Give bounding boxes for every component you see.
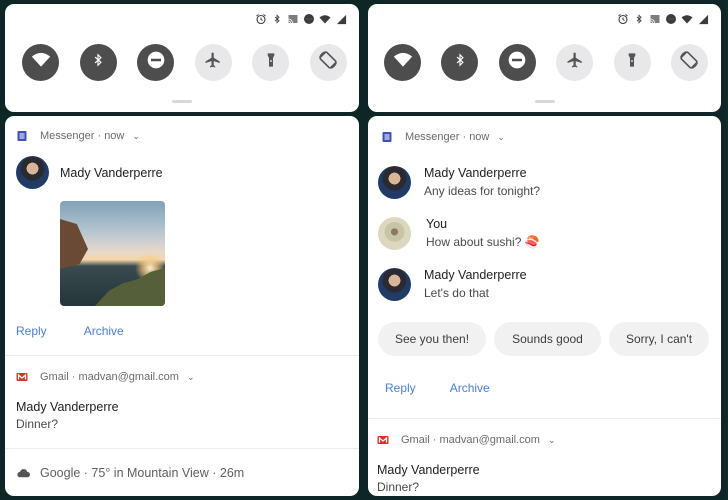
notification-actions: Reply Archive — [385, 381, 490, 395]
signal-icon — [697, 13, 709, 25]
notification-header[interactable]: Messenger · now ⌄ — [16, 128, 140, 144]
image-attachment[interactable] — [60, 201, 165, 306]
avatar — [378, 268, 411, 301]
auto-rotate-tile[interactable] — [309, 44, 347, 81]
notification-app-account: Gmail · madvan@gmail.com — [40, 371, 179, 383]
alarm-icon — [617, 13, 629, 25]
do-not-disturb-tile[interactable] — [137, 44, 175, 81]
gmail-app-icon — [377, 434, 389, 446]
quick-settings-panel — [368, 4, 721, 112]
bluetooth-icon — [453, 53, 467, 72]
notification-stack: Messenger · now ⌄ Mady Vanderperre Any i… — [368, 116, 721, 496]
cloud-icon — [16, 467, 31, 479]
notification-stack: Messenger · now ⌄ Mady Vanderperre Reply… — [5, 116, 359, 496]
expand-chevron-icon[interactable]: ⌄ — [497, 132, 505, 143]
reply-button[interactable]: Reply — [385, 381, 416, 395]
airplane-icon — [566, 51, 584, 74]
messenger-app-icon — [16, 130, 28, 142]
bluetooth-icon — [271, 13, 283, 25]
do-not-disturb-tile[interactable] — [498, 44, 536, 81]
wifi-icon — [393, 50, 413, 75]
smart-reply-chip[interactable]: Sounds good — [494, 322, 601, 356]
flashlight-icon — [263, 52, 279, 73]
status-bar — [255, 13, 347, 25]
right-phone-screen: Messenger · now ⌄ Mady Vanderperre Any i… — [364, 0, 726, 500]
expand-chevron-icon[interactable]: ⌄ — [548, 435, 556, 446]
sender-name: Mady Vanderperre — [424, 166, 527, 180]
dnd-icon — [665, 13, 677, 25]
email-subject: Dinner? — [377, 480, 420, 494]
flashlight-tile[interactable] — [613, 44, 651, 81]
wifi-icon — [319, 13, 331, 25]
left-phone-screen: Messenger · now ⌄ Mady Vanderperre Reply… — [0, 0, 364, 500]
auto-rotate-icon — [678, 49, 700, 76]
drag-handle[interactable] — [172, 100, 192, 103]
gmail-app-icon — [16, 371, 28, 383]
dnd-icon — [146, 50, 166, 75]
quick-settings-tiles — [22, 44, 347, 81]
google-weather-notification[interactable]: Google · 75° in Mountain View · 26m — [5, 449, 359, 496]
drag-handle[interactable] — [534, 100, 555, 103]
expand-chevron-icon[interactable]: ⌄ — [132, 131, 140, 142]
sender-name: Mady Vanderperre — [60, 166, 163, 180]
messenger-app-icon — [381, 131, 393, 143]
quick-settings-tiles — [384, 44, 708, 81]
reply-button[interactable]: Reply — [16, 324, 47, 338]
avatar — [16, 156, 49, 189]
avatar — [378, 217, 411, 250]
airplane-mode-tile[interactable] — [194, 44, 232, 81]
wifi-tile[interactable] — [384, 44, 421, 81]
message-text: Let's do that — [424, 286, 490, 300]
weather-summary: Google · 75° in Mountain View · 26m — [40, 466, 245, 480]
avatar — [378, 166, 411, 199]
auto-rotate-icon — [317, 49, 339, 76]
gmail-notification[interactable]: Gmail · madvan@gmail.com ⌄ Mady Vanderpe… — [5, 356, 359, 448]
sender-name: Mady Vanderperre — [424, 268, 527, 282]
airplane-icon — [204, 51, 222, 74]
notification-actions: Reply Archive — [16, 324, 124, 338]
flashlight-icon — [624, 52, 640, 73]
bluetooth-tile[interactable] — [441, 44, 479, 81]
notification-app-time: Messenger · now — [40, 130, 125, 142]
notification-app-time: Messenger · now — [405, 131, 490, 143]
wifi-tile[interactable] — [22, 44, 59, 81]
notification-header[interactable]: Gmail · madvan@gmail.com ⌄ — [377, 432, 555, 448]
sender-name: Mady Vanderperre — [16, 400, 119, 414]
auto-rotate-tile[interactable] — [670, 44, 708, 81]
sender-name: You — [426, 217, 448, 231]
airplane-mode-tile[interactable] — [556, 44, 594, 81]
flashlight-tile[interactable] — [252, 44, 290, 81]
bluetooth-icon — [633, 13, 645, 25]
expand-chevron-icon[interactable]: ⌄ — [187, 372, 195, 383]
signal-icon — [335, 13, 347, 25]
notification-app-account: Gmail · madvan@gmail.com — [401, 434, 540, 446]
wifi-icon — [681, 13, 693, 25]
email-subject: Dinner? — [16, 417, 59, 431]
dnd-icon — [303, 13, 315, 25]
smart-reply-chip[interactable]: Sorry, I can't — [609, 322, 709, 356]
smart-reply-chip[interactable]: See you then! — [378, 322, 486, 356]
notification-header[interactable]: Messenger · now ⌄ — [381, 129, 505, 145]
messenger-notification[interactable]: Messenger · now ⌄ Mady Vanderperre Reply… — [5, 116, 359, 356]
archive-button[interactable]: Archive — [84, 324, 124, 338]
alarm-icon — [255, 13, 267, 25]
notification-header[interactable]: Gmail · madvan@gmail.com ⌄ — [16, 369, 194, 385]
message-text: Any ideas for tonight? — [424, 184, 541, 198]
message-text: How about sushi? 🍣 — [426, 235, 540, 249]
cast-icon — [649, 13, 661, 25]
messenger-notification[interactable]: Messenger · now ⌄ Mady Vanderperre Any i… — [368, 116, 721, 416]
status-bar — [617, 13, 709, 25]
archive-button[interactable]: Archive — [450, 381, 490, 395]
bluetooth-icon — [91, 53, 105, 72]
dnd-icon — [507, 50, 527, 75]
bluetooth-tile[interactable] — [79, 44, 117, 81]
quick-settings-panel — [5, 4, 359, 112]
gmail-notification[interactable]: Gmail · madvan@gmail.com ⌄ Mady Vanderpe… — [368, 419, 721, 496]
wifi-icon — [31, 50, 51, 75]
sender-name: Mady Vanderperre — [377, 463, 480, 477]
cast-icon — [287, 13, 299, 25]
